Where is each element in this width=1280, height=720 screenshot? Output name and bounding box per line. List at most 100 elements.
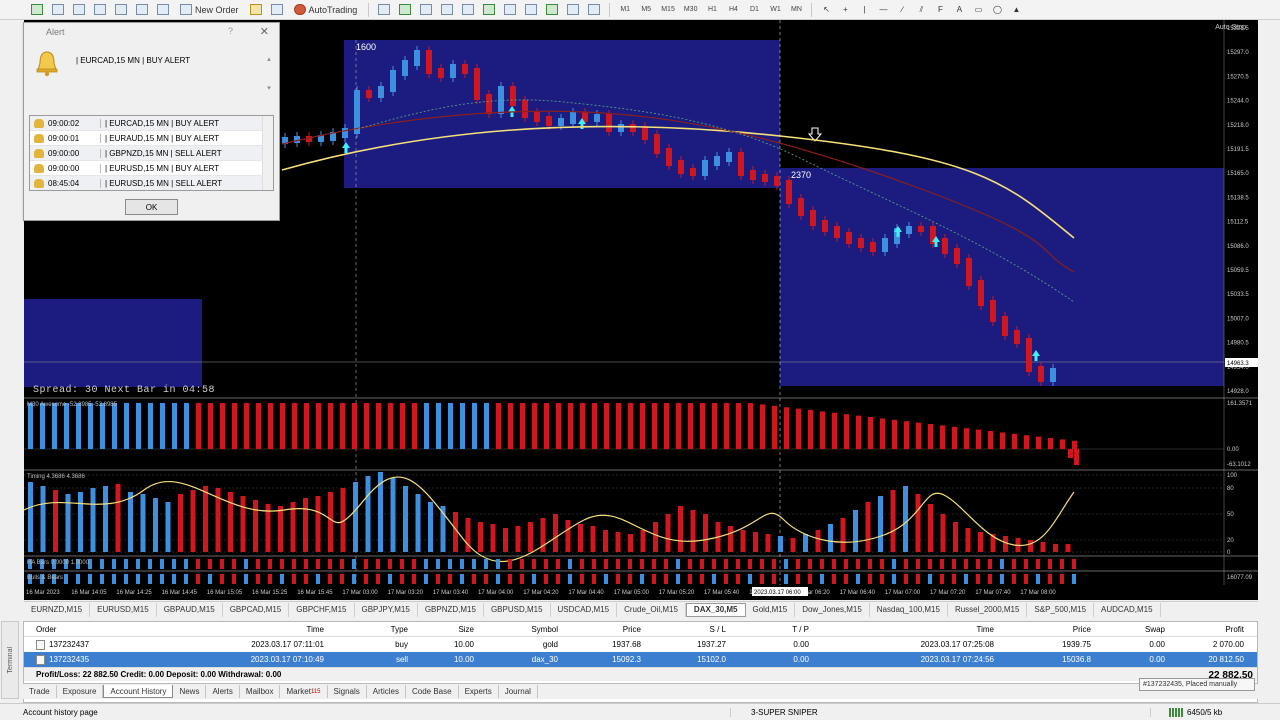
profiles-icon[interactable] (49, 2, 67, 18)
list-item[interactable]: 09:00:00 | GBPNZD,15 MN | SELL ALERT (30, 146, 273, 161)
symbol-tab[interactable]: USDCAD,M15 (551, 602, 618, 617)
chart-shift-icon[interactable] (522, 2, 540, 18)
terminal-icon[interactable] (133, 2, 151, 18)
terminal-tab[interactable]: Exposure (57, 685, 104, 698)
tile-windows-icon[interactable] (480, 2, 498, 18)
indicators-icon[interactable] (543, 2, 561, 18)
symbol-tab[interactable]: GBPAUD,M15 (157, 602, 223, 617)
templates-icon[interactable] (585, 2, 603, 18)
ok-button[interactable]: OK (125, 199, 178, 215)
symbol-tab[interactable]: GBPUSD,M15 (484, 602, 551, 617)
list-item[interactable]: 09:00:01 | EURAUD,15 MN | BUY ALERT (30, 131, 273, 146)
horizontal-line-icon[interactable]: ― (875, 2, 891, 18)
alert-dialog[interactable]: Alert ? ✕ | EURCAD,15 MN | BUY ALERT ▴ ▾ … (23, 22, 280, 221)
symbol-tab[interactable]: Gold,M15 (746, 602, 796, 617)
symbol-tab[interactable]: Nasdaq_100,M15 (870, 602, 948, 617)
col-order[interactable]: Order (24, 625, 144, 634)
col-price[interactable]: Price (558, 625, 641, 634)
channel-icon[interactable]: ⫽ (913, 2, 929, 18)
arrow-icon[interactable]: ▲ (1008, 2, 1024, 18)
timeframe-m1[interactable]: M1 (616, 2, 634, 18)
autotrading-button[interactable]: AutoTrading (289, 2, 363, 18)
list-item[interactable]: 09:00:00 | EURUSD,15 MN | BUY ALERT (30, 161, 273, 176)
crosshair-icon[interactable]: + (837, 2, 853, 18)
table-row-selected[interactable]: 137232435 2023.03.17 07:10:49 sell 10.00… (24, 652, 1257, 667)
list-item[interactable]: 08:45:04 | EURUSD,15 MN | SELL ALERT (30, 176, 273, 190)
market-watch-icon[interactable] (70, 2, 88, 18)
symbol-tab[interactable]: Crude_Oil,M15 (617, 602, 686, 617)
help-icon[interactable]: ? (228, 26, 233, 36)
terminal-tab[interactable]: Signals (328, 685, 367, 698)
terminal-tab[interactable]: Articles (367, 685, 406, 698)
new-chart-icon[interactable] (28, 2, 46, 18)
connection-status[interactable]: 6450/5 kb (1150, 707, 1222, 717)
data-window-icon[interactable] (112, 2, 130, 18)
timeframe-m30[interactable]: M30 (681, 2, 701, 18)
text-icon[interactable]: A (951, 2, 967, 18)
terminal-tab[interactable]: Experts (459, 685, 499, 698)
close-icon[interactable]: ✕ (260, 25, 269, 38)
symbol-tab[interactable]: Dow_Jones,M15 (795, 602, 870, 617)
col-type[interactable]: Type (324, 625, 408, 634)
col-close-time[interactable]: Time (809, 625, 994, 634)
profit-summary-row[interactable]: Profit/Loss: 22 882.50 Credit: 0.00 Depo… (24, 667, 1257, 681)
col-symbol[interactable]: Symbol (474, 625, 558, 634)
terminal-side-tab[interactable]: Terminal (1, 621, 19, 699)
line-chart-icon[interactable] (417, 2, 435, 18)
timeframe-h4[interactable]: H4 (724, 2, 742, 18)
zoom-out-icon[interactable] (459, 2, 477, 18)
new-order-button[interactable]: New Order (175, 2, 244, 18)
bar-chart-icon[interactable] (375, 2, 393, 18)
timeframe-w1[interactable]: W1 (766, 2, 784, 18)
fibonacci-icon[interactable]: F (932, 2, 948, 18)
timeframe-h1[interactable]: H1 (703, 2, 721, 18)
table-row[interactable]: 137232437 2023.03.17 07:11:01 buy 10.00 … (24, 637, 1257, 652)
symbol-tab[interactable]: GBPNZD,M15 (418, 602, 484, 617)
alert-history-list[interactable]: 09:00:02 | EURCAD,15 MN | BUY ALERT 09:00… (29, 115, 274, 191)
col-swap[interactable]: Swap (1091, 625, 1165, 634)
tester-icon[interactable] (154, 2, 172, 18)
list-scrollbar[interactable] (262, 116, 273, 190)
profile-name[interactable]: 3-SUPER SNIPER (730, 707, 1150, 717)
symbol-tab[interactable]: EURUSD,M15 (90, 602, 157, 617)
timeframe-mn[interactable]: MN (787, 2, 805, 18)
symbol-tab[interactable]: AUDCAD,M15 (1094, 602, 1161, 617)
terminal-tab[interactable]: Account History (103, 685, 174, 698)
terminal-tab[interactable]: Code Base (406, 685, 459, 698)
terminal-tab[interactable]: Alerts (206, 685, 240, 698)
vps-icon[interactable] (268, 2, 286, 18)
vertical-line-icon[interactable]: | (856, 2, 872, 18)
metaeditor-icon[interactable] (247, 2, 265, 18)
col-time[interactable]: Time (144, 625, 324, 634)
symbol-tab[interactable]: S&P_500,M15 (1027, 602, 1095, 617)
zoom-in-icon[interactable] (438, 2, 456, 18)
col-tp[interactable]: T / P (726, 625, 809, 634)
symbol-tab[interactable]: EURNZD,M15 (24, 602, 91, 617)
list-item[interactable]: 09:00:02 | EURCAD,15 MN | BUY ALERT (30, 116, 273, 131)
ellipse-icon[interactable]: ◯ (989, 2, 1005, 18)
timeframe-d1[interactable]: D1 (745, 2, 763, 18)
symbol-tab[interactable]: Russel_2000,M15 (948, 602, 1028, 617)
col-close-price[interactable]: Price (994, 625, 1091, 634)
alert-message-scroll[interactable]: ▴ ▾ (265, 55, 273, 103)
col-sl[interactable]: S / L (641, 625, 726, 634)
periods-icon[interactable] (564, 2, 582, 18)
symbol-tab[interactable]: GBPJPY,M15 (355, 602, 418, 617)
col-profit[interactable]: Profit (1165, 625, 1247, 634)
auto-scroll-icon[interactable] (501, 2, 519, 18)
symbol-tab[interactable]: GBPCAD,M15 (223, 602, 290, 617)
terminal-tab[interactable]: Trade (23, 685, 57, 698)
trendline-icon[interactable]: ∕ (894, 2, 910, 18)
navigator-icon[interactable] (91, 2, 109, 18)
terminal-tab[interactable]: News (173, 685, 207, 698)
candlestick-icon[interactable] (396, 2, 414, 18)
shapes-icon[interactable]: ▭ (970, 2, 986, 18)
terminal-tab[interactable]: Mailbox (240, 685, 281, 698)
timeframe-m5[interactable]: M5 (637, 2, 655, 18)
terminal-tab[interactable]: Market 115 (280, 685, 328, 698)
symbol-tab[interactable]: GBPCHF,M15 (289, 602, 355, 617)
col-size[interactable]: Size (408, 625, 474, 634)
symbol-tab[interactable]: DAX_30,M5 (685, 602, 746, 617)
terminal-tab[interactable]: Journal (499, 685, 538, 698)
timeframe-m15[interactable]: M15 (658, 2, 678, 18)
